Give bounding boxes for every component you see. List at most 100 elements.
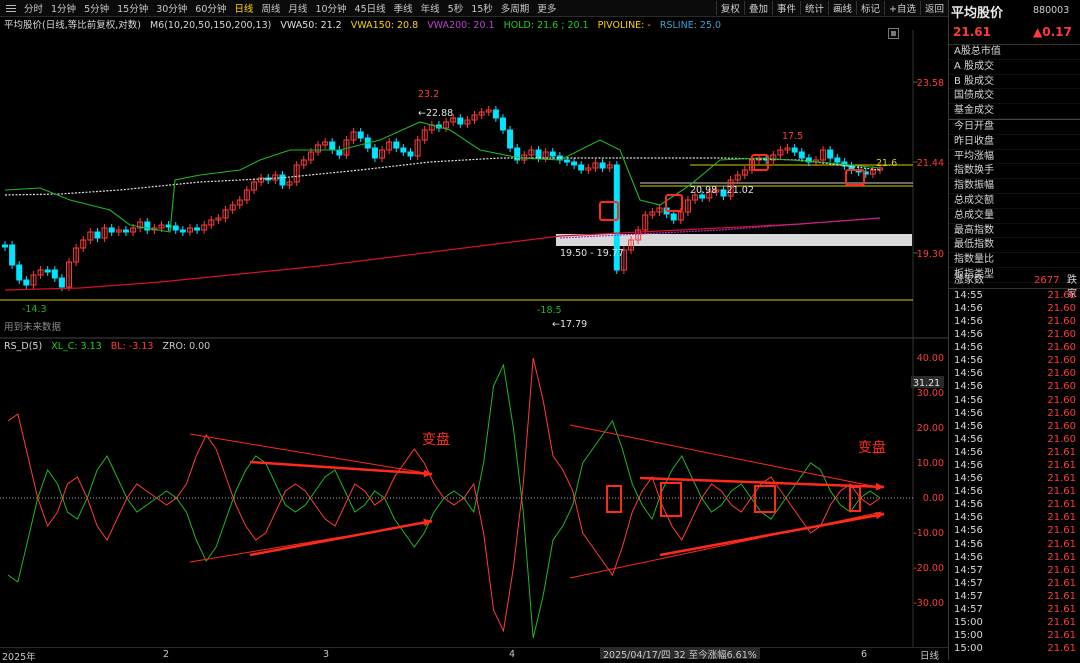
- candle-body: [457, 117, 464, 125]
- zone1-label: 19.50 - 19.77: [560, 248, 624, 259]
- tick-price: 21.61: [1047, 473, 1076, 485]
- tick-row: 14:56 21.60: [949, 407, 1080, 420]
- candle-body: [670, 213, 677, 221]
- tick-list[interactable]: 涨家数 2677 跌家 14:55 21.60 14:56 21.60 14:56 21.…: [949, 274, 1080, 655]
- tick-row: 14:56 21.60: [949, 328, 1080, 341]
- candle-body: [827, 149, 834, 159]
- indicator-axis-label: 10.00: [917, 458, 944, 469]
- price-axis-label: 19.30: [917, 249, 944, 260]
- tick-time: 14:56: [954, 302, 983, 314]
- quote-field[interactable]: A 股成交: [949, 60, 1080, 75]
- change-annotation-left: 变盘: [422, 431, 450, 448]
- candle-body: [492, 109, 499, 119]
- tick-price: 21.61: [1047, 538, 1076, 550]
- tick-row: 14:57 21.61: [949, 564, 1080, 577]
- tick-row: 14:56 21.61: [949, 459, 1080, 472]
- tick-row: 14:56 21.60: [949, 341, 1080, 354]
- candle-body: [549, 151, 556, 157]
- tick-row: 14:55 21.60: [949, 289, 1080, 302]
- tick-price: 21.60: [1047, 381, 1076, 393]
- price-axis-label: 21.44: [917, 158, 944, 169]
- up-count: 2677: [1034, 275, 1060, 286]
- tick-row: 14:56 21.60: [949, 354, 1080, 367]
- quote-field[interactable]: B 股成交: [949, 75, 1080, 90]
- tick-time: 15:00: [954, 643, 983, 655]
- tick-price: 21.60: [1047, 329, 1076, 341]
- indicator-axis-label: -30.00: [913, 598, 944, 609]
- quote-field[interactable]: 基金成交: [949, 104, 1080, 119]
- tick-row: 14:56 21.60: [949, 433, 1080, 446]
- index-price: 21.61: [953, 25, 991, 39]
- tick-price: 21.61: [1047, 577, 1076, 589]
- tick-price: 21.61: [1047, 630, 1076, 642]
- candle-body: [179, 229, 186, 233]
- candle-body: [599, 162, 606, 169]
- tick-price: 21.61: [1047, 604, 1076, 616]
- low-arrow: ←17.79: [552, 319, 587, 330]
- tick-time: 14:56: [954, 342, 983, 354]
- candle-body: [507, 129, 514, 149]
- tick-time: 14:56: [954, 486, 983, 498]
- tick-time: 14:57: [954, 564, 983, 576]
- tick-row: 14:56 21.60: [949, 315, 1080, 328]
- tick-price: 21.60: [1047, 355, 1076, 367]
- quote-field[interactable]: 指数换手: [949, 164, 1080, 180]
- tick-row: 14:56 21.61: [949, 485, 1080, 498]
- tick-price: 21.60: [1047, 433, 1076, 445]
- quote-field[interactable]: 今日开盘: [949, 118, 1080, 135]
- quote-field[interactable]: 指数量比: [949, 253, 1080, 268]
- quote-field[interactable]: 平均涨幅: [949, 150, 1080, 165]
- tick-price: 21.61: [1047, 564, 1076, 576]
- tick-time: 14:57: [954, 590, 983, 602]
- change-annotation-right: 变盘: [858, 439, 886, 456]
- tick-row: 14:56 21.61: [949, 446, 1080, 459]
- tick-price: 21.61: [1047, 460, 1076, 472]
- right-label: 21.6: [876, 158, 897, 169]
- quote-field[interactable]: 昨日收盘: [949, 135, 1080, 150]
- tick-time: 14:56: [954, 355, 983, 367]
- candle-body: [23, 279, 30, 286]
- quote-field[interactable]: A股总市值: [949, 45, 1080, 60]
- candle-body: [357, 131, 364, 139]
- candle-body: [791, 147, 798, 153]
- tick-time: 14:57: [954, 604, 983, 616]
- x-label-feb: 2: [163, 649, 170, 660]
- ma-green-line: [4, 121, 881, 233]
- candle-body: [371, 147, 378, 159]
- tick-price: 21.61: [1047, 446, 1076, 458]
- quote-field[interactable]: 最高指数: [949, 224, 1080, 239]
- tick-time: 14:56: [954, 381, 983, 393]
- quote-field[interactable]: 最低指数: [949, 238, 1080, 254]
- high-arrow: ←22.88: [418, 108, 453, 119]
- indicator-axis-label: 40.00: [917, 353, 944, 364]
- candle-body: [329, 141, 336, 151]
- candle-body: [535, 149, 542, 159]
- tick-price: 21.61: [1047, 643, 1076, 655]
- cursor-date-status: 2025/04/17/四 32 至今涨幅6.61%: [600, 647, 760, 661]
- arrow-shaft: [249, 460, 433, 476]
- quote-field[interactable]: 国债成交: [949, 89, 1080, 105]
- candle-body: [122, 229, 129, 233]
- tick-time: 14:56: [954, 551, 983, 563]
- trend-line: [569, 424, 883, 489]
- candle-body: [400, 147, 407, 153]
- arrow-head: [875, 482, 884, 491]
- tick-time: 14:56: [954, 420, 983, 432]
- tick-time: 14:56: [954, 473, 983, 485]
- tick-price: 21.60: [1047, 302, 1076, 314]
- candle-body: [172, 225, 179, 231]
- quote-field[interactable]: 总成交量: [949, 209, 1080, 224]
- tick-row: 14:56 21.61: [949, 511, 1080, 524]
- quote-field[interactable]: 总成交额: [949, 194, 1080, 209]
- chart-canvas[interactable]: 23.58 21.44 19.30 23.2 ←22.88 -18.5 ←17.79 -14.…: [0, 0, 948, 647]
- candle-body: [2, 244, 8, 248]
- arrow-shaft: [249, 519, 433, 557]
- x-label-year: 2025年: [2, 652, 36, 663]
- tick-price: 21.60: [1047, 342, 1076, 354]
- tick-row: 15:00 21.61: [949, 616, 1080, 629]
- tick-row: 14:57 21.61: [949, 577, 1080, 590]
- quote-field[interactable]: 指数振幅: [949, 179, 1080, 194]
- tick-row: 14:56 21.61: [949, 538, 1080, 551]
- candle-body: [51, 269, 58, 279]
- index-code: 880003: [1033, 5, 1070, 16]
